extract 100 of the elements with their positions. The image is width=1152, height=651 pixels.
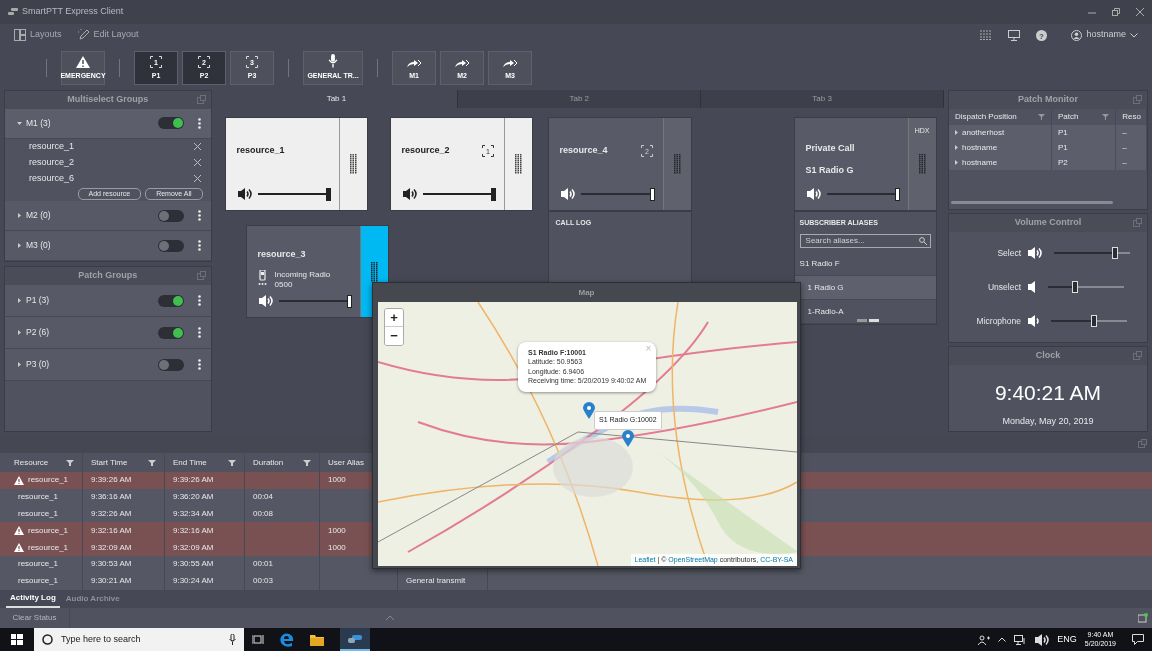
slider-thumb[interactable] [490, 187, 496, 201]
resource-tile[interactable]: resource_1 [224, 117, 368, 211]
user-menu[interactable]: hostname [1071, 28, 1138, 42]
filter-icon[interactable] [303, 459, 311, 466]
collapsed-caret-icon[interactable] [17, 298, 22, 303]
toggle-switch[interactable] [157, 358, 184, 371]
filter-icon[interactable] [228, 459, 236, 466]
radio-device-icon [257, 269, 267, 286]
monitor-icon[interactable] [1008, 29, 1021, 41]
expand-caret-icon[interactable] [955, 145, 958, 150]
tab[interactable]: Tab 1 [215, 90, 459, 108]
table-cell: – [1122, 156, 1127, 169]
tray-caret-icon[interactable] [998, 637, 1007, 642]
toggle-switch[interactable] [157, 117, 184, 130]
group-row[interactable]: M1 (3) [5, 109, 211, 139]
zoom-out-button[interactable]: − [385, 327, 403, 345]
notification-icon[interactable] [1132, 634, 1144, 645]
group-row[interactable]: P1 (3) [5, 285, 211, 317]
speaker-icon [236, 187, 252, 201]
group-row[interactable]: P3 (0) [5, 349, 211, 381]
more-options-icon[interactable] [197, 210, 201, 222]
map-marker-icon[interactable] [622, 430, 634, 447]
slider-thumb[interactable] [649, 187, 655, 201]
browser-icon[interactable] [280, 632, 294, 647]
status-indicator-icon[interactable] [1138, 613, 1148, 623]
edit-layout-menu[interactable]: Edit Layout [77, 28, 139, 42]
grip-icon[interactable] [514, 154, 522, 174]
table-cell: 00:08 [253, 508, 274, 520]
list-icon[interactable] [980, 30, 993, 40]
table-cell: hostname [962, 141, 998, 154]
group-row[interactable]: M3 (0) [5, 231, 211, 261]
layouts-menu[interactable]: Layouts [14, 28, 62, 42]
remove-icon[interactable] [193, 159, 201, 167]
group-name: P3 (0) [26, 358, 50, 371]
restore-icon[interactable] [1112, 8, 1120, 16]
network-icon[interactable] [1014, 634, 1027, 645]
more-options-icon[interactable] [197, 240, 201, 252]
remove-icon[interactable] [193, 143, 201, 151]
table-cell: anotherhost [962, 126, 1005, 139]
taskbar-search-input[interactable]: Type here to search [59, 631, 223, 648]
horizontal-scrollbar[interactable] [951, 201, 1113, 204]
grip-icon[interactable] [370, 261, 378, 282]
window-title: SmartPTT Express Client [22, 5, 124, 19]
table-cell: P1 [1057, 141, 1068, 154]
speaker-icon [1027, 280, 1036, 294]
collapsed-caret-icon[interactable] [17, 362, 22, 367]
grip-icon[interactable] [918, 154, 926, 174]
slider-thumb[interactable] [325, 187, 331, 201]
close-icon[interactable] [1136, 8, 1144, 16]
panel-title: Patch Monitor [1018, 93, 1078, 107]
map-marker-icon[interactable] [583, 402, 595, 419]
zoom-in-button[interactable]: + [385, 309, 403, 327]
channel-label: Microphone [975, 314, 1021, 328]
collapsed-caret-icon[interactable] [17, 330, 22, 335]
microphone-icon[interactable] [229, 634, 236, 645]
toggle-switch[interactable] [157, 294, 184, 307]
warning-icon [14, 543, 24, 553]
app-taskbar-button[interactable] [340, 628, 370, 651]
expanded-caret-icon[interactable] [17, 120, 22, 126]
collapsed-caret-icon[interactable] [17, 213, 22, 219]
table-cell: 9:39:26 AM [91, 474, 132, 487]
slider-thumb[interactable] [346, 294, 352, 308]
taskbar-search-box[interactable]: Type here to search [34, 628, 244, 651]
filter-icon[interactable] [66, 459, 74, 466]
volume-icon [1034, 632, 1050, 647]
grip-icon[interactable] [349, 154, 357, 174]
more-options-icon[interactable] [197, 295, 201, 306]
resource-name: resource_1 [236, 144, 285, 157]
collapsed-caret-icon[interactable] [17, 243, 22, 249]
help-icon[interactable]: ? [1036, 29, 1048, 41]
slider-thumb[interactable] [894, 187, 900, 201]
group-row[interactable]: P2 (6) [5, 317, 211, 349]
more-options-icon[interactable] [197, 359, 201, 370]
panel-title: Patch Groups [78, 269, 138, 283]
forward-arrow-icon [503, 58, 517, 68]
resource-tile[interactable]: resource_3 Incoming Radio 0500 [245, 225, 389, 318]
expand-caret-icon[interactable] [955, 130, 958, 135]
layout-grid-icon [14, 29, 26, 41]
task-view-icon[interactable] [252, 634, 264, 645]
toggle-switch[interactable] [157, 326, 184, 339]
grip-icon[interactable] [673, 154, 681, 174]
toggle-switch[interactable] [157, 209, 184, 222]
filter-icon[interactable] [148, 459, 156, 466]
folder-icon[interactable] [310, 633, 324, 646]
more-options-icon[interactable] [197, 117, 201, 129]
table-cell: 9:39:26 AM [173, 474, 214, 487]
table-cell: 9:36:20 AM [173, 491, 214, 504]
expand-caret-icon[interactable] [955, 160, 958, 165]
group-name: M1 (3) [26, 117, 51, 130]
more-options-icon[interactable] [197, 327, 201, 338]
alias-search-input[interactable]: Search aliases... [803, 233, 914, 248]
remove-icon[interactable] [193, 174, 201, 182]
toggle-switch[interactable] [157, 239, 184, 252]
group-row[interactable]: M2 (0) [5, 201, 211, 232]
alias-search-box[interactable]: Search aliases... [799, 233, 931, 248]
filter-icon[interactable] [1102, 114, 1110, 120]
language-indicator[interactable]: ENG [1057, 632, 1077, 647]
alias-list-item[interactable]: S1 Radio F [794, 251, 936, 276]
people-icon[interactable] [978, 634, 991, 645]
filter-icon[interactable] [1037, 114, 1045, 120]
